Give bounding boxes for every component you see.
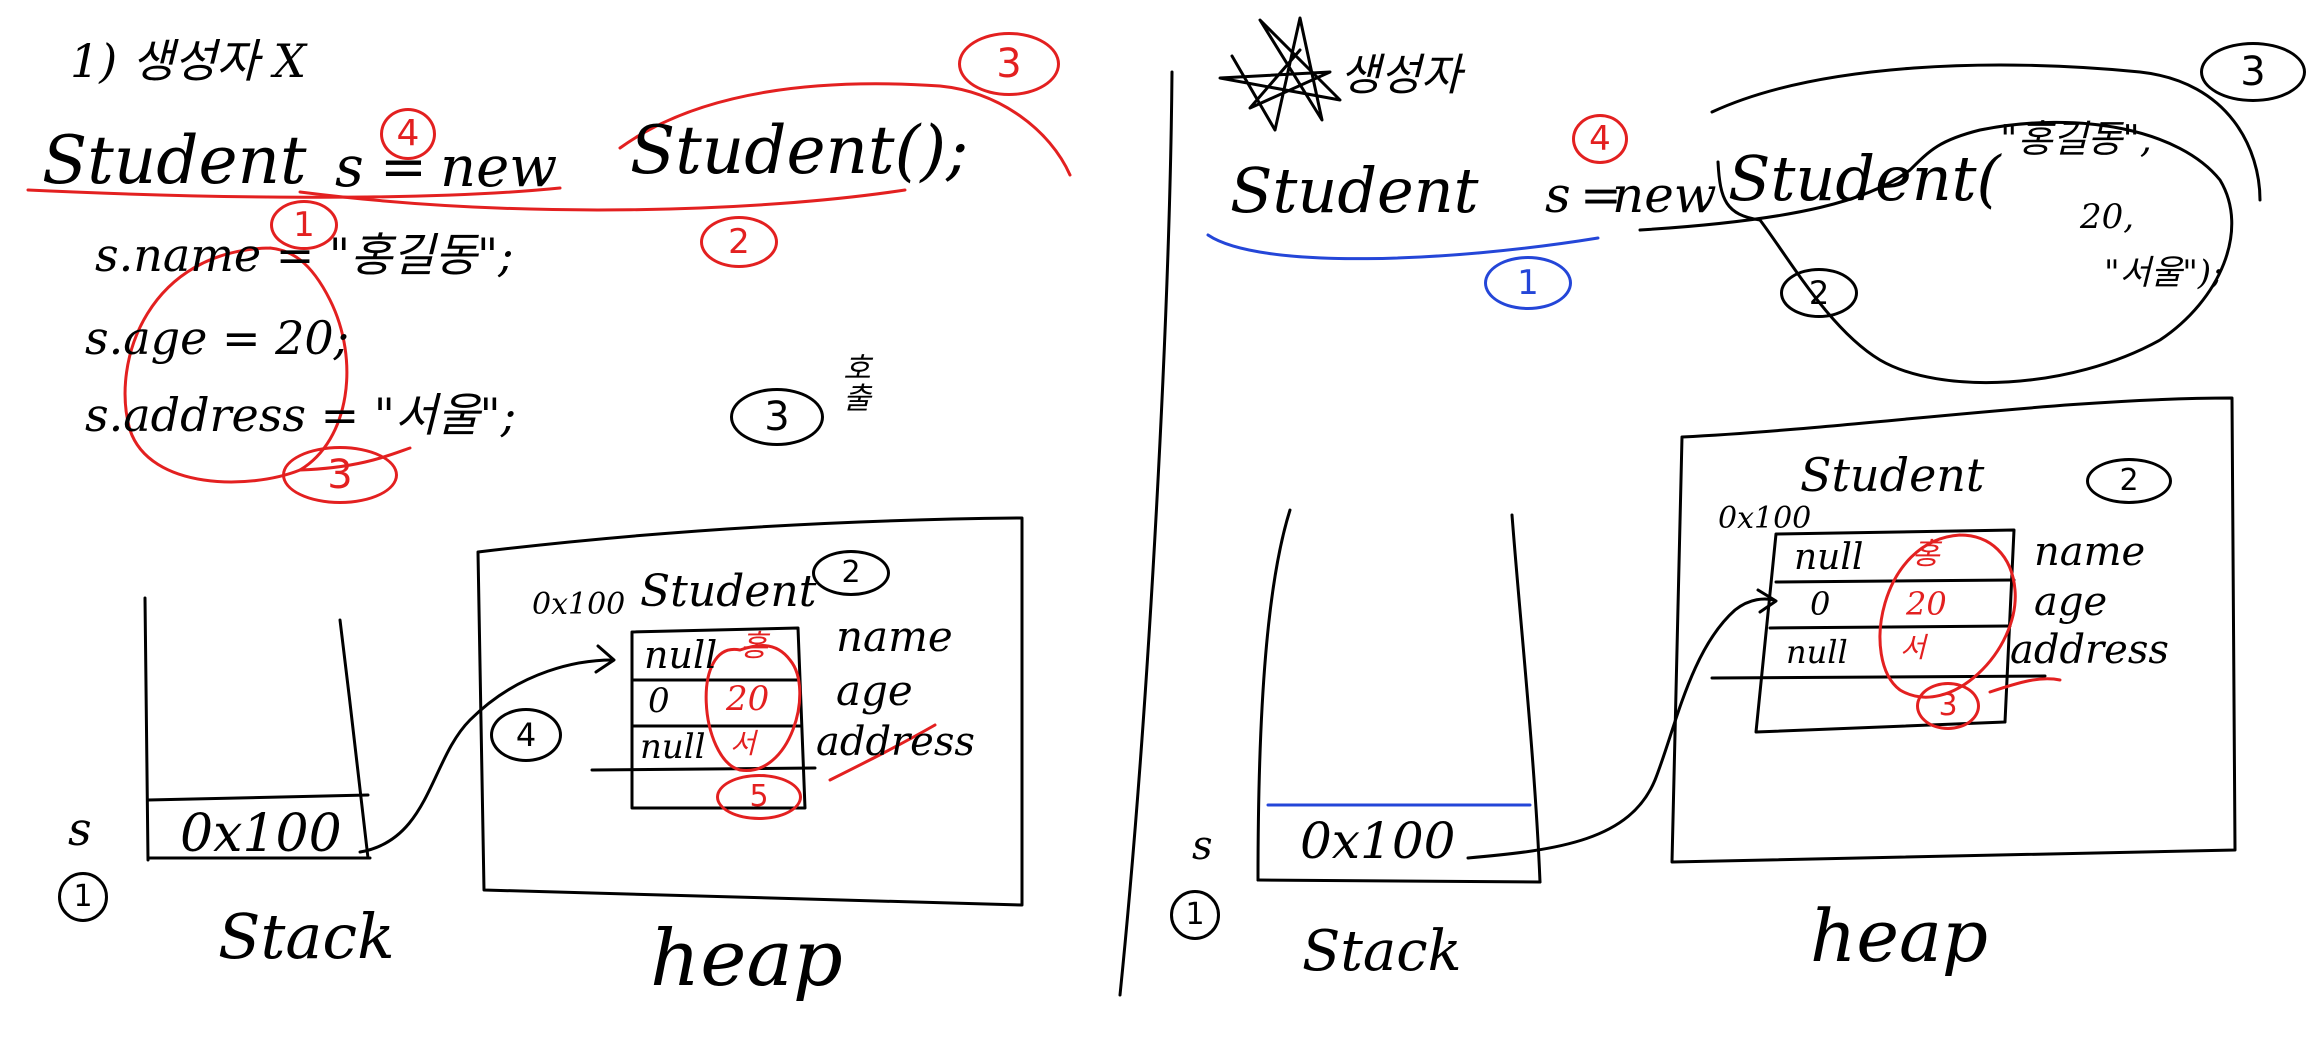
right-heap-class: Student: [1800, 448, 1985, 502]
left-field-default-age: 0: [648, 681, 670, 721]
right-heap-red-tick: [1988, 677, 2062, 694]
left-stack-step: 1: [58, 872, 108, 922]
left-stack-value: 0x100: [180, 804, 342, 864]
left-step-2: 2: [700, 216, 778, 268]
right-code-arg3: "서울");: [2104, 253, 2223, 293]
right-code-arg2: 20,: [2080, 197, 2135, 237]
left-stack-wall-right: [338, 618, 370, 860]
right-field-default-age: 0: [1810, 585, 1831, 623]
right-step-1: 1: [1484, 256, 1572, 310]
right-stack-label: Stack: [1302, 919, 1462, 984]
left-assign-address: s.address = "서울";: [85, 388, 517, 442]
right-stack-bottom: [1256, 878, 1542, 884]
right-code-var: s: [1545, 166, 1571, 224]
left-assign-age: s.age = 20;: [85, 311, 350, 365]
left-code-var: s: [335, 135, 364, 200]
left-field-default-address: null: [640, 727, 706, 767]
left-heap-step-5: 5: [716, 774, 802, 820]
right-step-4: 4: [1572, 114, 1628, 164]
left-heading: 1) 생성자 X: [70, 34, 307, 88]
right-heap-label: heap: [1810, 894, 1988, 978]
left-heap-label: heap: [650, 914, 843, 1004]
right-step-2: 2: [1780, 268, 1858, 318]
right-stack-wall-left: [1256, 508, 1292, 882]
right-stack-wall-right: [1510, 513, 1542, 884]
left-field-label-address: address: [816, 719, 975, 765]
left-field-value-name: 홍: [740, 629, 768, 664]
left-heap-address: 0x100: [532, 587, 626, 622]
right-heap-row2: [1768, 624, 2012, 630]
divider-line: [1118, 70, 1174, 997]
right-field-value-address: 서: [1900, 631, 1926, 664]
scribble-star: [1218, 16, 1342, 132]
left-field-value-age: 20: [726, 679, 770, 719]
right-code-arg1: "홍길동",: [2000, 117, 2152, 161]
left-stack-label: Stack: [218, 900, 395, 973]
left-heap-row3: [590, 766, 817, 772]
whiteboard-canvas: 1) 생성자 X Student s = new Student(); s.na…: [0, 0, 2322, 1064]
right-heap-address: 0x100: [1718, 501, 1812, 536]
right-heap-red-oval: [1878, 533, 2017, 699]
left-code-type: Student: [42, 122, 307, 199]
right-code-new: new: [1612, 166, 1717, 224]
left-stack-wall-left: [143, 596, 150, 862]
right-pointer-arrow: [1466, 597, 1776, 860]
right-code-type: Student: [1230, 154, 1479, 227]
right-step-3: 3: [2200, 42, 2306, 102]
left-step-3-top: 3: [958, 32, 1060, 96]
left-stack-var: s: [68, 802, 92, 856]
right-field-value-name: 홍: [1912, 537, 1940, 572]
right-pointer-arrowhead: [1756, 588, 1778, 614]
right-code-ctor: Student(: [1728, 142, 2001, 215]
right-field-label-address: address: [2010, 627, 2169, 673]
left-pointer-arrow: [358, 658, 614, 854]
right-field-default-name: null: [1794, 537, 1864, 578]
right-heading: 생성자: [1340, 50, 1462, 101]
right-stack-step: 1: [1170, 890, 1220, 940]
left-step-1: 1: [270, 200, 338, 250]
left-field-default-name: null: [644, 633, 718, 677]
left-heap-class: Student: [640, 566, 817, 617]
left-code-ctor: Student();: [630, 112, 969, 189]
right-heap-init-step: 3: [1916, 682, 1980, 730]
left-stack-slot-top: [146, 793, 370, 802]
right-stack-value: 0x100: [1300, 812, 1456, 870]
left-note-call: 호출: [836, 352, 871, 412]
right-field-default-address: null: [1786, 633, 1848, 671]
left-field-value-address: 서: [730, 727, 756, 760]
left-step-3-fields: 3: [282, 446, 398, 504]
left-step-4: 4: [380, 108, 436, 160]
left-field-label-name: name: [836, 612, 953, 661]
right-underline-declare: [1206, 233, 1600, 261]
left-code-new: new: [440, 135, 558, 200]
right-field-value-age: 20: [1906, 585, 1947, 623]
left-note-3: 3: [730, 388, 824, 446]
right-stack-var: s: [1192, 823, 1213, 869]
left-heap-class-step: 2: [812, 550, 890, 596]
left-field-label-age: age: [836, 666, 913, 715]
right-field-label-name: name: [2034, 529, 2146, 575]
left-heap-arrow-step: 4: [490, 708, 562, 762]
right-heap-class-step: 2: [2086, 458, 2172, 504]
right-heap-row3: [1710, 674, 2047, 680]
right-field-label-age: age: [2034, 579, 2108, 625]
